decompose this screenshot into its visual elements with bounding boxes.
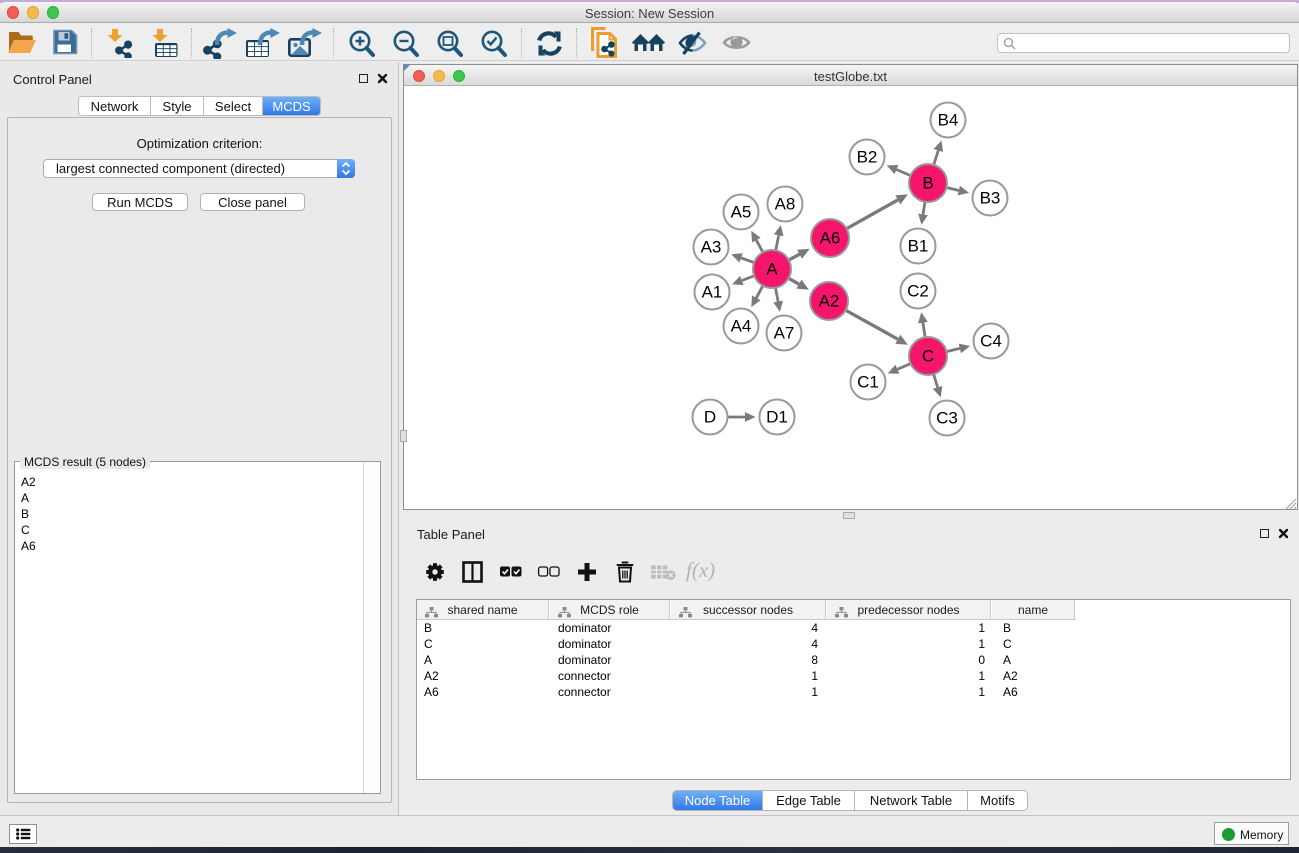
svg-text:A6: A6	[820, 229, 841, 248]
svg-text:B: B	[922, 174, 933, 193]
svg-text:D1: D1	[766, 408, 788, 427]
svg-text:C: C	[922, 347, 934, 366]
svg-text:A3: A3	[701, 238, 722, 257]
svg-text:C1: C1	[857, 373, 879, 392]
svg-text:C4: C4	[980, 332, 1002, 351]
svg-text:A4: A4	[731, 317, 752, 336]
svg-text:A: A	[766, 260, 778, 279]
svg-text:C2: C2	[907, 282, 929, 301]
svg-text:A7: A7	[774, 324, 795, 343]
svg-text:A2: A2	[819, 292, 840, 311]
svg-text:B4: B4	[938, 111, 959, 130]
svg-text:C3: C3	[936, 409, 958, 428]
svg-text:D: D	[704, 408, 716, 427]
svg-text:A1: A1	[702, 283, 723, 302]
svg-text:B1: B1	[908, 237, 929, 256]
svg-text:B3: B3	[980, 189, 1001, 208]
svg-text:A8: A8	[775, 195, 796, 214]
svg-text:B2: B2	[857, 148, 878, 167]
svg-text:A5: A5	[731, 203, 752, 222]
